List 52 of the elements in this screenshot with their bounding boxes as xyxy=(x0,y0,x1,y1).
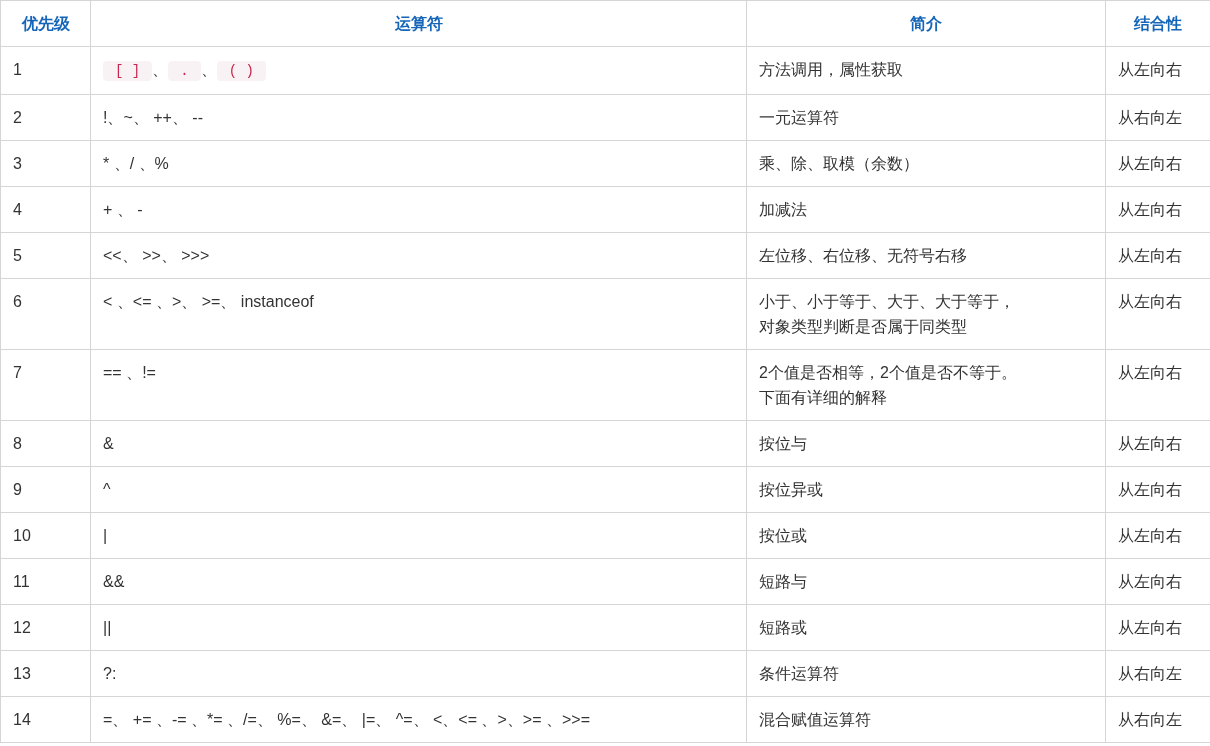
code-snippet: [ ] xyxy=(103,61,153,81)
table-cell: 左位移、右位移、无符号右移 xyxy=(746,232,1106,279)
operator-text: == 、!= xyxy=(103,364,156,381)
operator-text: 、 xyxy=(200,61,217,78)
table-cell: 13 xyxy=(0,650,91,697)
operator-text: 、 xyxy=(152,61,169,78)
table-cell: 一元运算符 xyxy=(746,94,1106,141)
table-cell: 短路与 xyxy=(746,558,1106,605)
table-cell: 混合赋值运算符 xyxy=(746,696,1106,743)
table-cell: 短路或 xyxy=(746,604,1106,651)
table-cell: 11 xyxy=(0,558,91,605)
operator-text: | xyxy=(103,527,108,544)
table-cell: 按位或 xyxy=(746,512,1106,559)
operator-text: && xyxy=(103,573,125,590)
operator-text: < 、<= 、>、 >=、 instanceof xyxy=(103,293,314,310)
table-cell: 4 xyxy=(0,186,91,233)
description-line: 2个值是否相等，2个值是否不等于。 xyxy=(759,363,1018,383)
table-cell: 14 xyxy=(0,696,91,743)
column-header: 结合性 xyxy=(1105,0,1210,47)
operator-text: ^ xyxy=(103,481,111,498)
column-header: 运算符 xyxy=(90,0,747,47)
table-cell: 7 xyxy=(0,349,91,421)
code-snippet: ( ) xyxy=(216,61,266,81)
table-cell: 9 xyxy=(0,466,91,513)
operator-text: =、 += 、-= 、*= 、/=、 %=、 &=、 |=、 ^=、 <、<= 、>、>= 、>>= xyxy=(103,711,590,728)
table-cell: 1 xyxy=(0,46,91,95)
table-cell: 10 xyxy=(0,512,91,559)
table-cell: 8 xyxy=(0,420,91,467)
table-cell: 方法调用，属性获取 xyxy=(746,46,1106,95)
table-cell: 加减法 xyxy=(746,186,1106,233)
table-cell: 12 xyxy=(0,604,91,651)
description-line: 对象类型判断是否属于同类型 xyxy=(759,317,968,337)
table-cell: 5 xyxy=(0,232,91,279)
operator-text: + 、 - xyxy=(103,201,143,218)
operator-text: & xyxy=(103,435,114,452)
operator-text: ?: xyxy=(103,665,117,682)
code-snippet: . xyxy=(168,61,201,81)
table-cell: 3 xyxy=(0,140,91,187)
table-cell: 按位异或 xyxy=(746,466,1106,513)
table-cell: 2 xyxy=(0,94,91,141)
table-cell: 按位与 xyxy=(746,420,1106,467)
table-cell: 6 xyxy=(0,278,91,350)
description-line: 小于、小于等于、大于、大于等于， xyxy=(759,292,1016,312)
description-line: 下面有详细的解释 xyxy=(759,388,888,408)
table-cell: 条件运算符 xyxy=(746,650,1106,697)
operator-text: !、~、 ++、 -- xyxy=(103,109,204,126)
operator-text: || xyxy=(103,619,112,636)
operator-text: * 、/ 、% xyxy=(103,155,169,172)
column-header: 优先级 xyxy=(0,0,91,47)
operator-text: <<、 >>、 >>> xyxy=(103,247,210,264)
column-header: 简介 xyxy=(746,0,1106,47)
table-cell: 乘、除、取模（余数） xyxy=(746,140,1106,187)
